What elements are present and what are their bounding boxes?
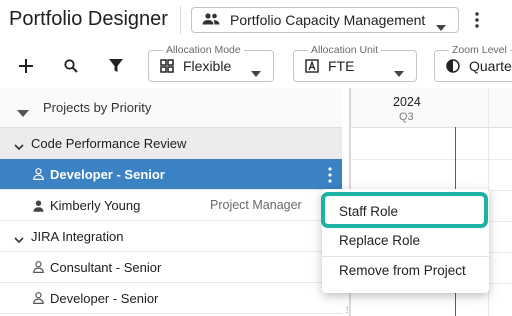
allocation-unit-label: Allocation Unit	[308, 43, 382, 57]
person-outline-icon	[33, 292, 44, 307]
context-menu: Staff Role Replace Role Remove from Proj…	[322, 189, 489, 293]
role-name: Developer - Senior	[50, 167, 165, 182]
menu-item-staff-role[interactable]: Staff Role	[322, 197, 489, 227]
grid-icon	[160, 59, 174, 78]
menu-item-replace-role[interactable]: Replace Role	[322, 226, 489, 256]
collapse-all-icon[interactable]	[17, 104, 29, 122]
row-menu-icon[interactable]	[328, 167, 332, 186]
timeline-year: 2024	[393, 95, 421, 109]
timeline-quarter: Q3	[399, 111, 414, 123]
splitter-grip-icon[interactable]: ⁞	[346, 305, 349, 315]
allocation-mode-select[interactable]: Allocation Mode Flexible	[148, 43, 274, 82]
view-selector[interactable]: Portfolio Capacity Management	[191, 7, 459, 33]
allocation-mode-value: Flexible	[183, 58, 232, 74]
person-outline-icon	[33, 168, 44, 183]
people-icon	[202, 12, 220, 28]
allocation-unit-value: FTE	[328, 58, 355, 74]
search-icon[interactable]	[59, 54, 83, 78]
tree-header-label: Projects by Priority	[43, 100, 152, 115]
zoom-level-select[interactable]: Zoom Level Quarte	[434, 43, 512, 82]
zoom-level-value: Quarte	[469, 58, 512, 74]
chevron-down-icon	[436, 18, 446, 34]
header-divider	[180, 6, 181, 34]
resource-name: Kimberly Young	[50, 198, 141, 213]
page-title: Portfolio Designer	[9, 8, 168, 30]
person-outline-icon	[33, 261, 44, 276]
person-icon	[33, 200, 44, 215]
project-group-row[interactable]: JIRA Integration	[0, 221, 342, 252]
role-row[interactable]: Consultant - Senior	[0, 252, 342, 283]
role-name: Consultant - Senior	[50, 260, 162, 275]
chevron-down-icon	[394, 64, 404, 82]
half-circle-icon	[446, 59, 460, 78]
view-selector-value: Portfolio Capacity Management	[230, 12, 426, 28]
timeline-row-line	[351, 159, 512, 160]
a-box-icon	[305, 59, 319, 78]
menu-item-remove-from-project[interactable]: Remove from Project	[322, 256, 489, 286]
role-row[interactable]: Developer - Senior	[0, 283, 342, 314]
chevron-down-icon[interactable]	[14, 232, 24, 247]
chevron-down-icon	[251, 64, 261, 82]
filter-icon[interactable]	[104, 54, 128, 78]
role-name: Developer - Senior	[50, 291, 159, 306]
zoom-level-label: Zoom Level	[449, 43, 510, 57]
resource-role: Project Manager	[210, 198, 302, 212]
more-options-icon[interactable]	[466, 9, 488, 31]
allocation-unit-select[interactable]: Allocation Unit FTE	[293, 43, 417, 82]
add-icon[interactable]	[14, 54, 38, 78]
role-row[interactable]: Developer - Senior	[0, 159, 342, 190]
tree-header: Projects by Priority	[0, 88, 342, 128]
allocation-mode-label: Allocation Mode	[163, 43, 244, 57]
project-group-row[interactable]: Code Performance Review	[0, 128, 342, 159]
project-name: Code Performance Review	[31, 136, 187, 151]
project-name: JIRA Integration	[31, 229, 124, 244]
chevron-down-icon[interactable]	[14, 139, 24, 154]
resource-row[interactable]: Kimberly Young Project Manager	[0, 190, 342, 221]
